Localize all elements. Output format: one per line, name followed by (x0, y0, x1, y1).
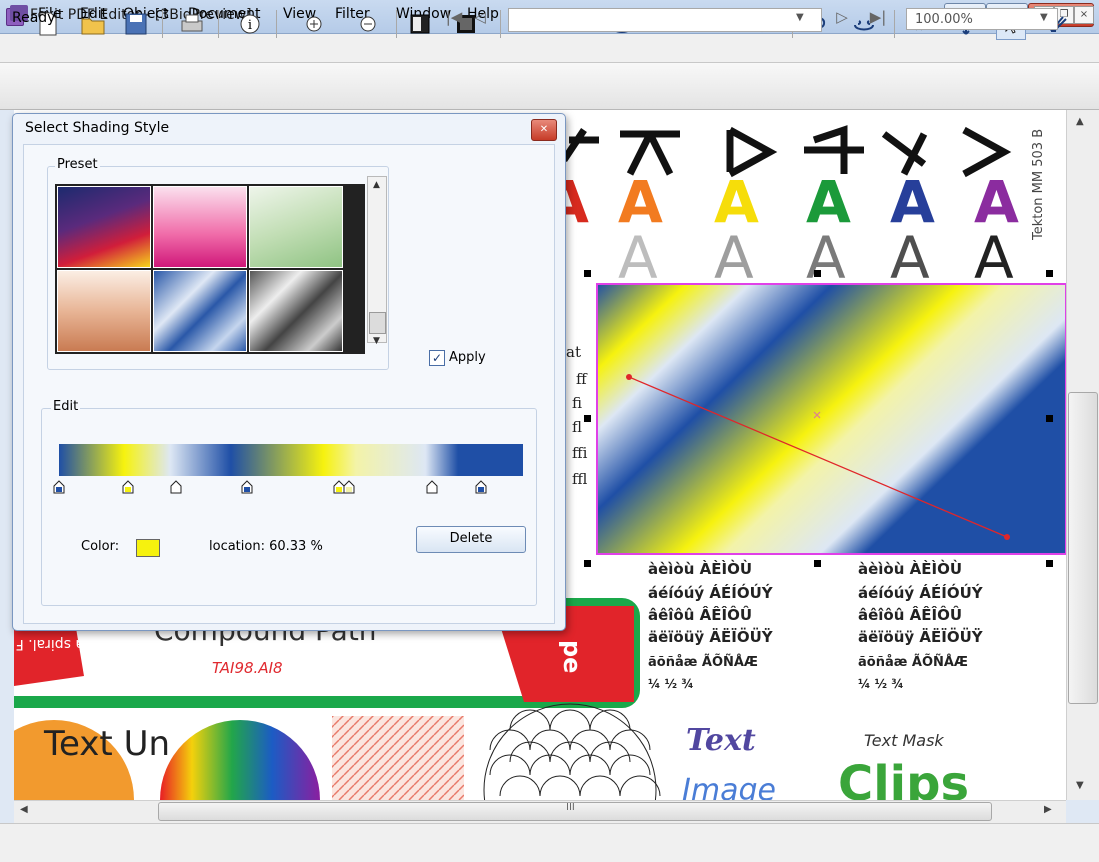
gradient-stop-yellow-1[interactable] (122, 480, 134, 494)
clips-label: Clips (838, 756, 969, 800)
ligature-fl: fl (572, 418, 582, 436)
gradient-stop-blue-1[interactable] (53, 480, 65, 494)
svg-text:ãõñåæ ÃÕÑÅÆ: ãõñåæ ÃÕÑÅÆ (648, 654, 758, 670)
preset-swatch-metal[interactable] (249, 270, 343, 352)
page-selector[interactable] (508, 8, 822, 32)
preset-swatch-tan[interactable] (57, 270, 151, 352)
text-label: Text (686, 723, 756, 758)
text-mask-label: Text Mask (864, 731, 944, 750)
zoom-selector[interactable]: 100.00% (906, 8, 1058, 30)
open-icon[interactable] (80, 10, 108, 38)
print-icon[interactable] (178, 10, 206, 38)
select-shading-dialog: Select Shading Style ✕ Preset ▲ ▼ ✓ Appl… (12, 113, 566, 631)
scroll-left-icon[interactable]: ◀ (20, 804, 28, 815)
glyph-row-colored: A A A A A A (544, 168, 1019, 236)
gradient-bar[interactable] (59, 444, 523, 476)
svg-text:¼ ½ ¾: ¼ ½ ¾ (858, 677, 904, 691)
gradient-end-handle[interactable] (1004, 534, 1010, 540)
accent-column-1: àèìòù ÀÈÌÒÙ áéíóúý ÁÉÍÓÚÝ âêîôû ÂÊÎÔÛ äë… (648, 559, 774, 691)
gradient-stop-white-2[interactable] (426, 480, 438, 494)
location-label: location: 60.33 % (209, 539, 323, 554)
save-icon[interactable] (122, 10, 150, 38)
compound-path-subtitle: TAI98.AI8 (212, 659, 283, 677)
gradient-stop-blue-2[interactable] (241, 480, 253, 494)
apply-label: Apply (449, 350, 486, 365)
preset-swatch-pink[interactable] (153, 186, 247, 268)
scales-circle (483, 703, 661, 800)
accent-column-2: àèìòù ÀÈÌÒÙ áéíóúý ÁÉÍÓÚÝ âêîôû ÂÊÎÔÛ äë… (858, 559, 984, 691)
svg-text:äëïöüÿ ÄËÏÖÜŸ: äëïöüÿ ÄËÏÖÜŸ (858, 627, 984, 646)
status-text: Ready (12, 10, 56, 26)
scroll-down-icon[interactable]: ▼ (1076, 780, 1084, 791)
svg-text:äëïöüÿ ÄËÏÖÜŸ: äëïöüÿ ÄËÏÖÜŸ (648, 627, 774, 646)
shaded-rectangle[interactable] (596, 283, 1066, 555)
toolbar (0, 63, 1099, 110)
edit-group-label: Edit (51, 399, 81, 414)
scroll-up-icon[interactable]: ▲ (1076, 116, 1084, 127)
zoom-in-icon[interactable] (300, 10, 328, 38)
ligature-at: at (566, 343, 581, 361)
status-bar (0, 823, 1099, 862)
gradient-start-handle[interactable] (626, 374, 632, 380)
gradient-stop-white-1[interactable] (170, 480, 182, 494)
vertical-scroll-thumb[interactable] (1068, 392, 1098, 704)
next-page-icon[interactable]: ▷ (830, 8, 854, 30)
ligature-ffi: ffi (572, 444, 588, 462)
chevron-down-icon[interactable]: ▼ (796, 12, 804, 23)
prev-page-icon[interactable]: ◁ (468, 8, 492, 30)
color-label: Color: (81, 539, 120, 554)
fill-icon[interactable] (406, 10, 434, 38)
preset-swatch-green[interactable] (249, 186, 343, 268)
gradient-stop-blue-3[interactable] (475, 480, 487, 494)
preset-group-label: Preset (55, 157, 100, 172)
preset-swatch-dark[interactable] (57, 186, 151, 268)
horizontal-scroll-thumb[interactable] (158, 802, 992, 821)
svg-text:áéíóúý ÁÉÍÓÚÝ: áéíóúý ÁÉÍÓÚÝ (858, 583, 984, 602)
glyph-a-grey4: A (890, 224, 930, 292)
scroll-grip: III (566, 802, 575, 813)
glyph-a-grey3: A (806, 224, 846, 292)
svg-text:âêîôû ÂÊÎÔÛ: âêîôû ÂÊÎÔÛ (858, 605, 962, 624)
color-swatch[interactable] (136, 539, 160, 557)
svg-text:àèìòù ÀÈÌÒÙ: àèìòù ÀÈÌÒÙ (648, 559, 752, 578)
glyph-a-grey1: A (618, 224, 658, 292)
delete-button[interactable]: Delete (416, 526, 526, 553)
svg-text:âêîôû ÂÊÎÔÛ: âêîôû ÂÊÎÔÛ (648, 605, 752, 624)
preset-scroll-down-icon[interactable]: ▼ (373, 336, 380, 346)
glyph-a-grey2: A (714, 224, 754, 292)
dialog-close-button[interactable]: ✕ (531, 119, 557, 141)
apply-checkbox[interactable]: ✓ (429, 350, 445, 366)
pattern-swatch (332, 716, 464, 800)
svg-text:áéíóúý ÁÉÍÓÚÝ: áéíóúý ÁÉÍÓÚÝ (648, 583, 774, 602)
zoom-out-icon[interactable] (354, 10, 382, 38)
gradient-stop-selected[interactable] (343, 480, 355, 494)
ligature-ffl: ffl (572, 470, 587, 488)
tekton-label: Tekton MM 503 B (1031, 129, 1046, 241)
rainbow-semicircle (160, 720, 320, 800)
svg-text:àèìòù ÀÈÌÒÙ: àèìòù ÀÈÌÒÙ (858, 559, 962, 578)
text-under-label: Text Un (43, 724, 170, 764)
first-page-icon[interactable]: |◀ (442, 8, 466, 30)
dialog-title: Select Shading Style (25, 120, 170, 136)
menu-bar (0, 34, 1099, 63)
spiral-text: a spiral. F (16, 636, 84, 652)
mdi-close-button[interactable]: × (1074, 6, 1094, 24)
last-page-icon[interactable]: ▶| (866, 8, 890, 30)
svg-text:i: i (248, 18, 252, 33)
shape-banner-text: pe (558, 640, 586, 673)
info-icon[interactable]: i (236, 10, 264, 38)
image-label: Image (682, 773, 776, 800)
preset-swatch-blue[interactable] (153, 270, 247, 352)
preset-scroll-up-icon[interactable]: ▲ (373, 180, 380, 190)
svg-text:¼ ½ ¾: ¼ ½ ¾ (648, 677, 694, 691)
ligature-ff: ff (576, 370, 588, 388)
preset-scroll-thumb[interactable] (369, 312, 386, 334)
zoom-chevron-down-icon[interactable]: ▼ (1040, 12, 1048, 23)
glyph-row-grey: A A A A A (618, 224, 1014, 292)
scroll-right-icon[interactable]: ▶ (1044, 804, 1052, 815)
ligature-fi: fi (572, 394, 582, 412)
glyph-a-grey5: A (974, 224, 1014, 292)
svg-text:ãõñåæ ÃÕÑÅÆ: ãõñåæ ÃÕÑÅÆ (858, 654, 968, 670)
